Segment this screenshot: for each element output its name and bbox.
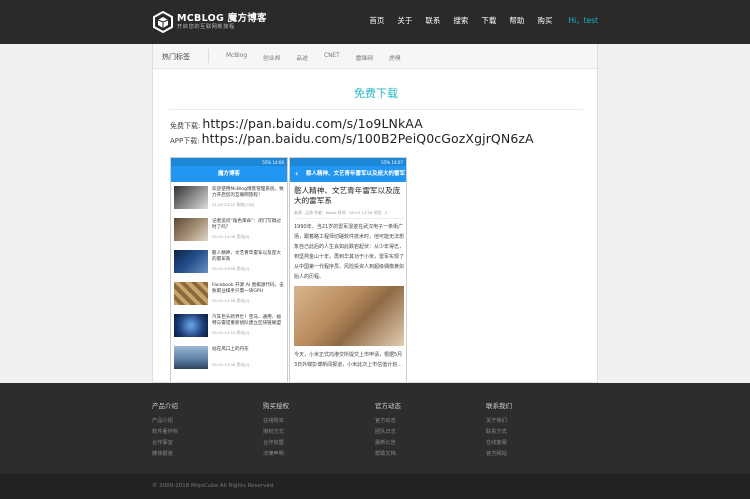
footer-link[interactable]: 官方动态 (375, 416, 401, 427)
tag-link[interactable]: CNET (324, 53, 340, 62)
article-thumbnail (174, 186, 208, 209)
footer-column-products: 产品介绍 产品介绍 软件著作权 合作事宜 媒体报道 (152, 400, 178, 460)
phone-status-bar: 55% 14:07 (290, 158, 406, 166)
article-paragraph: 1990年，当21岁的雷军混迹在武汉电子一条街广场，跟着路工程师切磋软件技术时，… (294, 224, 405, 280)
footer-link[interactable]: 联系方式 (486, 427, 512, 438)
footer-column-title: 产品介绍 (152, 402, 178, 410)
pc-download-row: 免费下载: https://pan.baidu.com/s/1o9LNkAA (170, 116, 423, 131)
download-title: 免费下载 (354, 87, 398, 100)
list-item: 憨人精神、文艺青年雷军以及庞大的雷军系 05-04 13:56 资讯[2] (174, 250, 286, 274)
footer-link[interactable]: 在线购买 (263, 416, 289, 427)
article-thumbnail (174, 314, 208, 337)
article-title: 憨人精神、文艺青年雷军以及庞大的雷军系 (294, 186, 401, 205)
app-download-row: APP下载: https://pan.baidu.com/s/100B2PeiQ… (170, 131, 534, 146)
tag-link[interactable]: 雷锋网 (356, 53, 373, 62)
footer-column-title: 联系我们 (486, 402, 512, 410)
footer-link[interactable]: 在线客服 (486, 438, 512, 449)
list-item-date: 05-04 13:46 资讯[2] (212, 298, 250, 303)
article-thumbnail (174, 250, 208, 273)
article-image (294, 286, 404, 346)
copyright-text: © 2000-2018 MojoCube All Rights Reserved… (152, 483, 275, 489)
phone-screenshot-article: 55% 14:07 ‹ 憨人精神、文艺青年雷军以及庞大的雷军系 憨人精神、文艺青… (289, 157, 407, 382)
logo-subtitle: 开启您的互联网新旅程 (177, 24, 235, 31)
back-arrow-icon[interactable]: ‹ (295, 166, 298, 182)
article-thumbnail (174, 218, 208, 241)
list-item-title: 汽车巨头跨界忙！宝马、通用、福特与雷诺重新组队建立区块链联盟 (212, 315, 281, 326)
footer-link[interactable]: 合作事宜 (152, 438, 178, 449)
nav-about[interactable]: 关于 (397, 15, 412, 26)
hot-tags-title: 热门标签 (162, 53, 190, 61)
footer-link[interactable]: 软件著作权 (152, 427, 178, 438)
site-header: MCBLOG 魔方博客 开启您的互联网新旅程 首页 关于 联系 搜索 下载 帮助… (0, 0, 750, 44)
list-item: 站在风口上的丹东 05-04 13:36 资讯[2] (174, 346, 286, 370)
article-thumbnail (174, 346, 208, 369)
cube-logo-icon (153, 11, 173, 33)
list-item-date: 05-04 14:06 资讯[5] (212, 234, 250, 239)
footer-column-title: 购买授权 (263, 402, 289, 410)
pc-download-link[interactable]: https://pan.baidu.com/s/1o9LNkAA (202, 116, 423, 131)
footer-link[interactable]: 关于我们 (486, 416, 512, 427)
phone-screenshot-list: 55% 14:06 魔方博客 欢迎使用McBlog博客管理系统，致力开启您的互联… (170, 157, 288, 382)
list-item-date: 05-04 13:56 资讯[2] (212, 266, 250, 271)
logo-title: MCBLOG 魔方博客 (177, 12, 267, 24)
footer-bottom-bar: © 2000-2018 MojoCube All Rights Reserved… (0, 474, 750, 499)
list-item: 记者追问“角色革命”：闭门写稿过时了吗？ 05-04 14:06 资讯[5] (174, 218, 286, 242)
tag-link[interactable]: 虎嗅 (389, 53, 401, 62)
list-item: 汽车巨头跨界忙！宝马、通用、福特与雷诺重新组队建立区块链联盟 05-04 13:… (174, 314, 286, 338)
nav-buy[interactable]: 购买 (537, 15, 552, 26)
nav-contact[interactable]: 联系 (425, 15, 440, 26)
main-content: 热门标签 McBlog 创业邦 品途 CNET 雷锋网 虎嗅 免费下载 免费下载… (152, 44, 598, 383)
main-nav: 首页 关于 联系 搜索 下载 帮助 购买 Hi，test (356, 15, 598, 26)
divider (169, 109, 583, 110)
article-meta: 来源：品途 作者：Robot 时间：05-04 13:56 浏览：2 (294, 210, 388, 215)
tag-link[interactable]: 品途 (296, 53, 308, 62)
footer-link[interactable]: 合作加盟 (263, 438, 289, 449)
nav-home[interactable]: 首页 (369, 15, 384, 26)
footer-link[interactable]: 团队日志 (375, 427, 401, 438)
list-item-date: 01-20 23:22 系统[218] (212, 202, 255, 207)
nav-download[interactable]: 下载 (481, 15, 496, 26)
app-download-link[interactable]: https://pan.baidu.com/s/100B2PeiQ0cGozXg… (202, 131, 534, 146)
phone-app-bar: 魔方博客 (171, 166, 287, 182)
footer-column-title: 官方动态 (375, 402, 401, 410)
phone-app-bar: ‹ 憨人精神、文艺青年雷军以及庞大的雷军系 (290, 166, 406, 193)
list-item-title: 站在风口上的丹东 (212, 347, 249, 352)
footer-column-news: 官方动态 官方动态 团队日志 最新公告 帮助文档 (375, 400, 401, 460)
footer-link[interactable]: 最新公告 (375, 438, 401, 449)
list-item: 欢迎使用McBlog博客管理系统，致力开启您的互联网旅程！ 01-20 23:2… (174, 186, 286, 210)
site-footer: 产品介绍 产品介绍 软件著作权 合作事宜 媒体报道 购买授权 在线购买 授权方式… (0, 383, 750, 499)
site-logo[interactable]: MCBLOG 魔方博客 开启您的互联网新旅程 (153, 11, 267, 33)
footer-link[interactable]: 产品介绍 (152, 416, 178, 427)
footer-column-purchase: 购买授权 在线购买 授权方式 合作加盟 法律声明 (263, 400, 289, 460)
pc-download-label: 免费下载: (170, 122, 201, 130)
list-item-title: Facebook 开源 AI 围棋源代码，击败职业棋手只需一块GPU (212, 283, 284, 294)
list-item: Facebook 开源 AI 围棋源代码，击败职业棋手只需一块GPU 05-04… (174, 282, 286, 306)
divider (294, 218, 404, 219)
divider (208, 49, 209, 63)
tag-link[interactable]: McBlog (226, 53, 247, 62)
footer-column-contact: 联系我们 关于我们 联系方式 在线客服 官方网站 (486, 400, 512, 460)
article-thumbnail (174, 282, 208, 305)
footer-link[interactable]: 帮助文档 (375, 449, 401, 460)
list-item-title: 记者追问“角色革命”：闭门写稿过时了吗？ (212, 219, 282, 230)
footer-link[interactable]: 媒体报道 (152, 449, 178, 460)
footer-link[interactable]: 官方网站 (486, 449, 512, 460)
list-item-title: 憨人精神、文艺青年雷军以及庞大的雷军系 (212, 251, 281, 262)
footer-link[interactable]: 授权方式 (263, 427, 289, 438)
app-download-label: APP下载: (170, 137, 200, 145)
list-item-date: 05-04 13:36 资讯[2] (212, 362, 250, 367)
tag-link[interactable]: 创业邦 (263, 53, 280, 62)
list-item-date: 05-04 13:43 资讯[2] (212, 330, 250, 335)
nav-search[interactable]: 搜索 (453, 15, 468, 26)
user-greeting[interactable]: Hi，test (568, 15, 598, 26)
article-paragraph: 今天，小米正式向港交所提交上市申请，根据5月3日外媒彭博新闻报道，小米此次上市估… (294, 352, 403, 368)
list-item-title: 欢迎使用McBlog博客管理系统，致力开启您的互联网旅程！ (212, 187, 284, 198)
nav-help[interactable]: 帮助 (509, 15, 524, 26)
footer-link[interactable]: 法律声明 (263, 449, 289, 460)
hot-tags-bar: 热门标签 McBlog 创业邦 品途 CNET 雷锋网 虎嗅 (153, 44, 597, 69)
phone-status-bar: 55% 14:06 (171, 158, 287, 166)
